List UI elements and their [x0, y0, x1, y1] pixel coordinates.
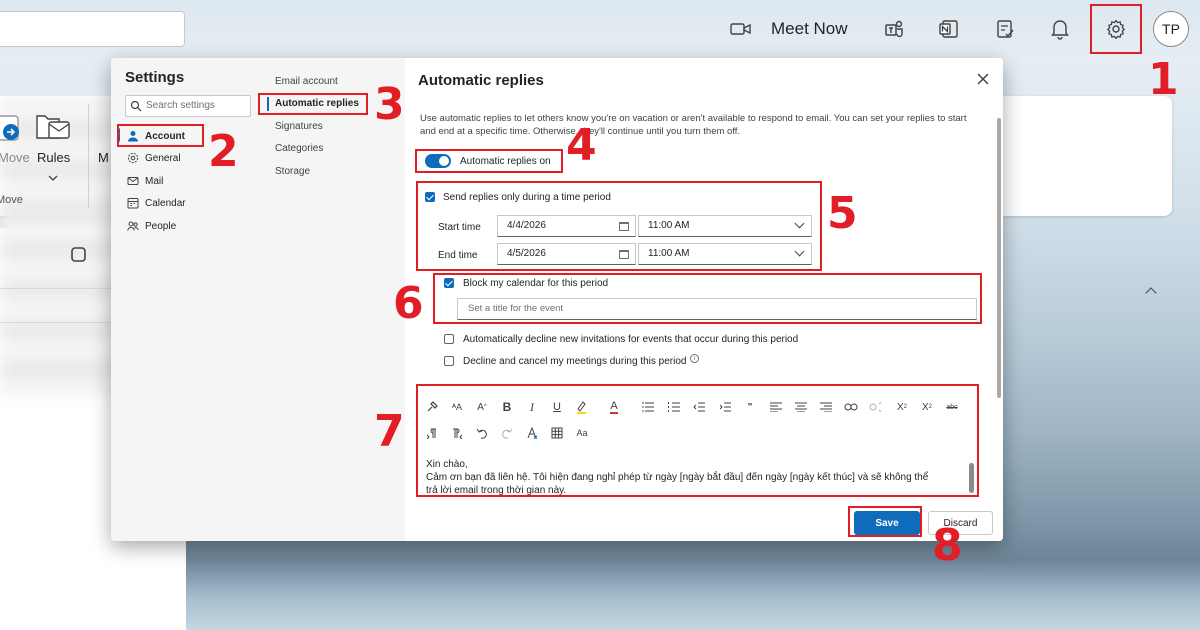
ribbon-divider [88, 104, 89, 208]
search-icon [130, 100, 142, 112]
people-icon [127, 220, 139, 232]
chevron-up-icon[interactable] [1145, 287, 1157, 299]
move-icon[interactable] [0, 112, 26, 146]
info-icon[interactable]: i [690, 354, 699, 363]
ribbon-more-button[interactable]: M [98, 150, 109, 165]
calendar-icon [127, 197, 139, 209]
nav-item-people[interactable]: People [127, 217, 176, 235]
decline-invites-label: Automatically decline new invitations fo… [463, 334, 799, 345]
annotation-number: 2 [208, 126, 239, 177]
nav-item-mail[interactable]: Mail [127, 172, 163, 190]
nav-item-general[interactable]: General [127, 149, 181, 167]
annotation-number: 3 [374, 79, 405, 130]
nav-item-label: People [145, 220, 177, 232]
rules-button[interactable]: Rules [37, 150, 70, 165]
search-box[interactable] [0, 11, 185, 47]
top-bar: Meet Now TP [0, 0, 1200, 58]
onenote-icon[interactable] [934, 14, 964, 44]
cancel-meetings-label: Decline and cancel my meetings during th… [463, 356, 687, 367]
todo-icon[interactable] [990, 14, 1020, 44]
annotation-box-block-calendar [433, 273, 982, 324]
avatar-initials: TP [1162, 21, 1180, 37]
video-camera-icon[interactable] [726, 14, 756, 44]
annotation-box-toggle [415, 149, 563, 173]
settings-search-input[interactable]: Search settings [125, 95, 251, 117]
settings-title: Settings [125, 69, 185, 86]
content-scrollbar[interactable] [997, 118, 1001, 398]
settings-subnav: Email account Automatic replies Signatur… [259, 58, 405, 541]
move-button[interactable]: Move [0, 150, 30, 165]
close-icon[interactable] [975, 71, 991, 87]
subnav-categories[interactable]: Categories [275, 143, 323, 154]
subnav-email-account[interactable]: Email account [275, 76, 338, 87]
annotation-box-message [416, 384, 979, 497]
teams-icon[interactable] [879, 14, 909, 44]
annotation-box-account [117, 124, 204, 147]
annotation-number: 5 [827, 188, 858, 239]
nav-item-label: General [145, 152, 181, 164]
avatar[interactable]: TP [1153, 11, 1189, 47]
annotation-box-time-period [416, 181, 822, 271]
annotation-number: 6 [393, 278, 424, 329]
nav-item-calendar[interactable]: Calendar [127, 194, 186, 212]
bell-icon[interactable] [1045, 14, 1075, 44]
ribbon-group-label: Move [0, 194, 23, 206]
cancel-meetings-checkbox[interactable] [444, 356, 454, 366]
rules-icon[interactable] [35, 110, 75, 144]
subnav-signatures[interactable]: Signatures [275, 121, 323, 132]
mail-icon [127, 175, 139, 187]
page-title: Automatic replies [418, 72, 544, 89]
chevron-down-icon[interactable] [48, 175, 58, 181]
annotation-number: 8 [932, 520, 963, 571]
gear-icon [127, 152, 139, 164]
annotation-box-automatic-replies [258, 93, 368, 115]
annotation-number: 7 [374, 406, 405, 457]
meet-now-button[interactable]: Meet Now [771, 19, 848, 39]
annotation-box-settings [1090, 4, 1142, 54]
decline-invites-checkbox[interactable] [444, 334, 454, 344]
nav-item-label: Mail [145, 175, 164, 187]
annotation-number: 4 [566, 120, 597, 171]
nav-item-label: Calendar [145, 197, 186, 209]
annotation-number: 1 [1148, 54, 1179, 105]
select-icon[interactable] [70, 246, 88, 264]
subnav-storage[interactable]: Storage [275, 166, 310, 177]
annotation-box-save [848, 506, 922, 537]
description-text: Use automatic replies to let others know… [420, 113, 967, 137]
